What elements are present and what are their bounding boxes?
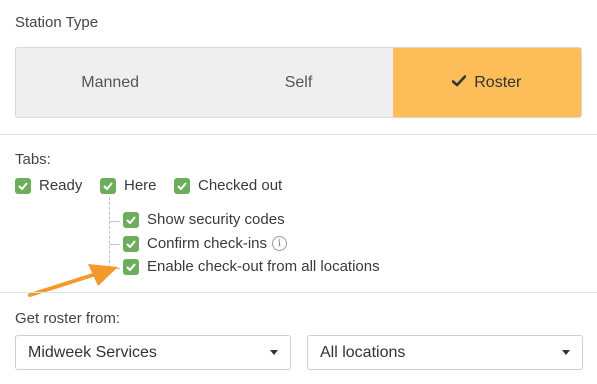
divider — [0, 134, 597, 135]
tab-ready-label: Ready — [39, 177, 83, 194]
divider — [0, 292, 597, 293]
show-security-codes-option[interactable]: Show security codes — [123, 211, 285, 228]
checkbox-checked-icon[interactable] — [123, 258, 139, 275]
service-select[interactable]: Midweek Services — [15, 335, 291, 370]
station-type-label: Station Type — [15, 14, 99, 31]
tab-checked-out-option[interactable]: Checked out — [174, 177, 282, 194]
station-type-roster[interactable]: Roster — [392, 48, 581, 117]
tab-here-label: Here — [124, 177, 157, 194]
tabs-label: Tabs: — [15, 151, 51, 168]
checkbox-checked-icon[interactable] — [174, 177, 190, 194]
location-select-value: All locations — [320, 343, 406, 361]
station-type-self-label: Self — [284, 73, 313, 91]
tree-branch — [110, 221, 120, 222]
service-select-value: Midweek Services — [28, 343, 157, 361]
confirm-check-ins-option[interactable]: Confirm check-ins i — [123, 235, 288, 252]
caret-down-icon — [270, 350, 278, 355]
checkbox-checked-icon[interactable] — [123, 235, 139, 252]
checkbox-checked-icon[interactable] — [123, 211, 139, 228]
tab-here-option[interactable]: Here — [100, 177, 157, 194]
station-type-self[interactable]: Self — [204, 48, 393, 117]
station-type-manned[interactable]: Manned — [16, 48, 205, 117]
checkbox-checked-icon[interactable] — [100, 177, 116, 194]
get-roster-from-label: Get roster from: — [15, 310, 121, 327]
tree-connector — [109, 197, 110, 268]
station-type-manned-label: Manned — [81, 73, 140, 91]
confirm-check-ins-label: Confirm check-ins — [147, 235, 268, 252]
caret-down-icon — [562, 350, 570, 355]
info-icon[interactable]: i — [272, 236, 288, 251]
arrow-annotation-icon — [28, 264, 118, 297]
enable-checkout-all-locations-label: Enable check-out from all locations — [147, 258, 380, 275]
checkmark-icon — [451, 74, 467, 92]
tree-branch — [110, 244, 120, 245]
tab-ready-option[interactable]: Ready — [15, 177, 82, 194]
station-type-segmented-control: Manned Self Roster — [15, 47, 582, 118]
tab-checked-out-label: Checked out — [198, 177, 283, 194]
show-security-codes-label: Show security codes — [147, 211, 285, 228]
enable-checkout-all-locations-option[interactable]: Enable check-out from all locations — [123, 258, 380, 275]
station-type-roster-label: Roster — [474, 73, 522, 91]
location-select[interactable]: All locations — [307, 335, 583, 370]
checkbox-checked-icon[interactable] — [15, 177, 31, 194]
